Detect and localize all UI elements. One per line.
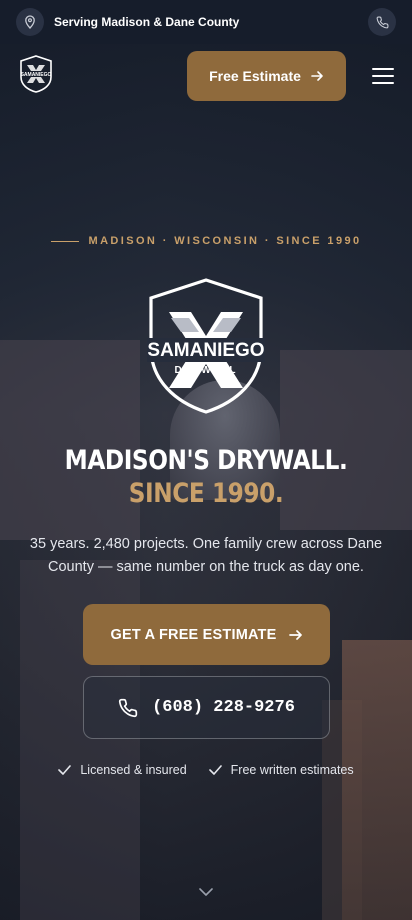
home-logo-link[interactable]: SAMANIEGO xyxy=(18,54,54,98)
headline-line2: SINCE 1990. xyxy=(128,478,284,509)
free-estimate-label: Free Estimate xyxy=(209,68,301,84)
service-area-text: Serving Madison & Dane County xyxy=(54,15,240,29)
free-estimate-button[interactable]: Free Estimate xyxy=(187,51,346,101)
map-pin-icon xyxy=(16,8,44,36)
badge-free-estimates: Free written estimates xyxy=(208,763,354,777)
chevron-down-icon[interactable] xyxy=(198,886,214,898)
hero-headline: MADISON'S DRYWALL. SINCE 1990. xyxy=(29,444,383,510)
check-icon xyxy=(208,765,222,775)
samaniego-crest-logo: SAMANIEGO DRYWALL xyxy=(147,278,265,414)
get-free-estimate-button[interactable]: GET A FREE ESTIMATE xyxy=(83,604,330,665)
hero-subtext: 35 years. 2,480 projects. One family cre… xyxy=(29,536,383,575)
call-phone-button[interactable]: (608) 228-9276 xyxy=(83,676,330,739)
phone-icon xyxy=(376,16,388,28)
check-icon xyxy=(58,765,72,775)
hero-eyebrow: MADISON · WISCONSIN · SINCE 1990 xyxy=(0,235,412,247)
arrow-right-icon xyxy=(311,71,323,81)
svg-text:DRYWALL: DRYWALL xyxy=(174,365,237,376)
hamburger-menu-icon[interactable] xyxy=(372,68,394,84)
trust-badges: Licensed & insured Free written estimate… xyxy=(0,763,412,777)
headline-line1: MADISON'S DRYWALL. xyxy=(64,445,348,476)
badge-label: Licensed & insured xyxy=(80,763,187,777)
eyebrow-rule xyxy=(50,240,79,242)
phone-number: (608) 228-9276 xyxy=(152,698,295,717)
samaniego-logo: SAMANIEGO xyxy=(20,54,52,93)
badge-licensed: Licensed & insured xyxy=(58,763,187,777)
svg-text:SAMANIEGO: SAMANIEGO xyxy=(147,340,264,361)
svg-text:SAMANIEGO: SAMANIEGO xyxy=(21,72,52,78)
badge-label: Free written estimates xyxy=(230,763,354,777)
arrow-right-icon xyxy=(288,629,302,640)
get-free-estimate-label: GET A FREE ESTIMATE xyxy=(110,626,277,643)
phone-call-button[interactable] xyxy=(368,8,396,36)
eyebrow-text: MADISON · WISCONSIN · SINCE 1990 xyxy=(88,235,362,247)
site-header: SAMANIEGO Free Estimate xyxy=(0,44,412,108)
top-info-bar: Serving Madison & Dane County xyxy=(0,0,412,44)
phone-icon xyxy=(118,698,138,717)
